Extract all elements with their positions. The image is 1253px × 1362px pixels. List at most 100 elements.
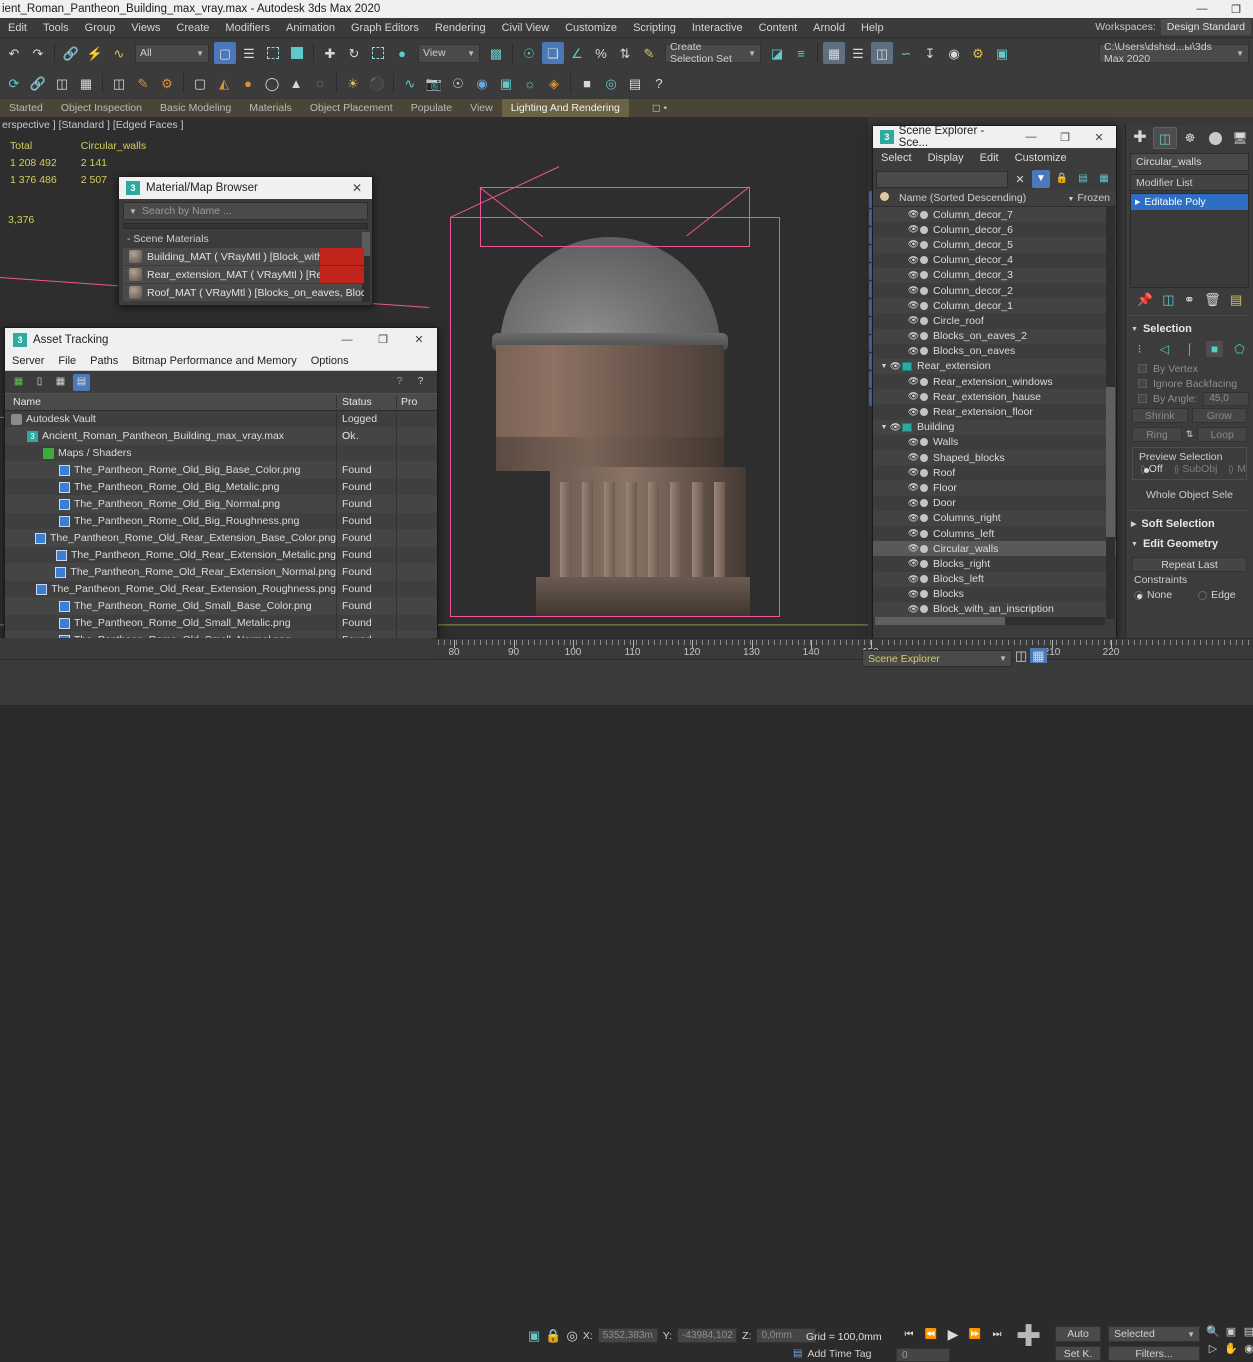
menu-item-arnold[interactable]: Arnold xyxy=(805,18,853,38)
scene-explorer-node[interactable]: 👁 Columns_left xyxy=(873,525,1116,542)
column-header-status[interactable]: Status xyxy=(337,396,397,408)
scene-explorer-node[interactable]: 👁 Column_decor_6 xyxy=(873,222,1116,238)
use-pivot-point-center-icon[interactable]: ▩ xyxy=(485,42,507,64)
selection-rollout-header[interactable]: ▼ Selection xyxy=(1126,321,1253,337)
visibility-eye-icon[interactable]: 👁 xyxy=(907,513,920,524)
selection-filter-dropdown[interactable]: All ▼ xyxy=(135,43,209,63)
ribbon-tab-started[interactable]: Started xyxy=(0,99,52,117)
visibility-eye-icon[interactable]: 👁 xyxy=(889,422,902,433)
scene-explorer-node[interactable]: 👁 Columns_right xyxy=(873,510,1116,526)
vray-light-icon[interactable]: ▣ xyxy=(495,72,517,94)
visibility-eye-icon[interactable]: 👁 xyxy=(907,589,920,600)
shrink-button[interactable]: Shrink xyxy=(1132,408,1188,423)
scene-explorer-search-input[interactable] xyxy=(876,170,1008,188)
table-view-icon[interactable]: ▤ xyxy=(73,373,90,391)
ribbon-tab-populate[interactable]: Populate xyxy=(402,99,461,117)
menu-item-content[interactable]: Content xyxy=(751,18,806,38)
render-frame-window-icon[interactable]: ▣ xyxy=(991,42,1013,64)
selection-lock-toggle-icon[interactable]: ▣ xyxy=(528,1329,540,1342)
orbit-icon[interactable]: ◉ xyxy=(1241,1341,1253,1356)
workspaces-value[interactable]: Design Standard xyxy=(1160,19,1251,35)
cone-primitive-icon[interactable]: ▲ xyxy=(285,72,307,94)
scene-explorer-node[interactable]: 👁 Column_decor_1 xyxy=(873,298,1116,314)
visibility-eye-icon[interactable]: 👁 xyxy=(907,604,920,615)
vray-render-icon[interactable]: ◎ xyxy=(600,72,622,94)
table-row[interactable]: The_Pantheon_Rome_Old_Small_Metalic.png F… xyxy=(5,614,437,632)
layers-icon[interactable]: ◫ xyxy=(1015,649,1027,662)
ribbon-tab-object-inspection[interactable]: Object Inspection xyxy=(52,99,151,117)
snaps-toggle-icon[interactable]: ❏ xyxy=(542,42,564,64)
omni-light-icon[interactable]: ☀ xyxy=(342,72,364,94)
scene-explorer-node[interactable]: 👁 Circular_walls xyxy=(873,541,1116,557)
scene-explorer-node[interactable]: 👁 Blocks_on_eaves xyxy=(873,343,1116,359)
ribbon-tab-lighting-and-rendering[interactable]: Lighting And Rendering xyxy=(501,99,629,117)
tube-primitive-icon[interactable]: ◯ xyxy=(261,72,283,94)
chevron-down-icon[interactable]: ▼ xyxy=(124,207,142,216)
table-row[interactable]: Autodesk Vault Logged O... xyxy=(5,411,437,442)
configure-sets-icon[interactable]: ▤ xyxy=(1230,293,1242,306)
radio-none-icon[interactable] xyxy=(1134,590,1143,600)
table-row[interactable]: The_Pantheon_Rome_Old_Big_Metalic.png Fou… xyxy=(5,478,437,496)
select-and-scale-icon[interactable] xyxy=(367,42,389,64)
menu-item-edit[interactable]: Edit xyxy=(0,18,35,38)
visibility-eye-icon[interactable]: 👁 xyxy=(907,543,920,554)
menu-item-civil-view[interactable]: Civil View xyxy=(494,18,557,38)
loop-button[interactable]: Loop xyxy=(1197,427,1248,442)
menu-item-interactive[interactable]: Interactive xyxy=(684,18,751,38)
box-primitive-icon[interactable]: ▢ xyxy=(189,72,211,94)
scene-explorer-node[interactable]: 👁 Rear_extension_windows xyxy=(873,374,1116,390)
y-field[interactable]: -43984,102 xyxy=(677,1328,738,1343)
create-tab-icon[interactable]: ✚ xyxy=(1128,127,1152,149)
zoom-extents-icon[interactable]: ▤ xyxy=(1241,1324,1253,1339)
column-header-frozen[interactable]: ▼ Frozen xyxy=(1067,192,1116,204)
layer-explorer-icon[interactable]: ☰ xyxy=(847,42,869,64)
scene-explorer-vertical-scrollbar[interactable] xyxy=(1106,207,1115,619)
menu-item-bitmap-performance[interactable]: Bitmap Performance and Memory xyxy=(125,351,303,371)
visibility-eye-icon[interactable]: 👁 xyxy=(907,558,920,569)
timeline-ruler[interactable]: 8090100110120130140150210220 xyxy=(432,638,1253,659)
scene-explorer-node[interactable]: 👁 Shaped_blocks xyxy=(873,450,1116,466)
ribbon-tab-basic-modeling[interactable]: Basic Modeling xyxy=(151,99,240,117)
set-key-button[interactable]: Set K. xyxy=(1055,1346,1101,1361)
visibility-eye-icon[interactable]: 👁 xyxy=(907,224,920,235)
ribbon-toggle-icon[interactable]: ◫ xyxy=(871,42,893,64)
spline-icon[interactable]: ∿ xyxy=(399,72,421,94)
quick-align-icon[interactable]: ⚙ xyxy=(156,72,178,94)
scene-explorer-node[interactable]: 👁 Blocks_left xyxy=(873,571,1116,587)
menu-item-server[interactable]: Server xyxy=(5,351,51,371)
soft-selection-rollout-header[interactable]: ▶ Soft Selection xyxy=(1126,516,1253,532)
close-icon[interactable]: ✕ xyxy=(1082,126,1116,148)
lock-icon[interactable]: 🔒 xyxy=(1053,170,1071,188)
visibility-eye-icon[interactable]: 👁 xyxy=(907,209,920,220)
render-setup-icon[interactable]: ⚙ xyxy=(967,42,989,64)
menu-item-options[interactable]: Options xyxy=(304,351,356,371)
border-subobject-icon[interactable]: ⎰ xyxy=(1181,341,1198,357)
edit-geometry-rollout-header[interactable]: ▼ Edit Geometry xyxy=(1126,536,1253,552)
column-header-name[interactable]: Name (Sorted Descending) xyxy=(895,192,1067,204)
checkbox-icon[interactable] xyxy=(1138,379,1147,388)
vray-sun-icon[interactable]: ☼ xyxy=(519,72,541,94)
menu-item-tools[interactable]: Tools xyxy=(35,18,77,38)
menu-item-views[interactable]: Views xyxy=(123,18,168,38)
container-icon[interactable]: ◫ xyxy=(108,72,130,94)
select-and-move-icon[interactable]: ✚ xyxy=(319,42,341,64)
paint-icon[interactable]: ✎ xyxy=(132,72,154,94)
edit-named-selection-sets-icon[interactable]: ✎ xyxy=(638,42,660,64)
align-icon[interactable]: ≡ xyxy=(790,42,812,64)
scene-explorer-node[interactable]: 👁 Blocks_right xyxy=(873,556,1116,572)
visibility-eye-icon[interactable]: 👁 xyxy=(907,285,920,296)
table-row[interactable]: Maps / Shaders xyxy=(5,444,437,462)
restore-icon[interactable]: ❐ xyxy=(365,328,401,351)
scene-explorer-node[interactable]: 👁 Column_decor_3 xyxy=(873,267,1116,283)
scene-explorer-node[interactable]: 👁 Roof xyxy=(873,465,1116,481)
display-tab-icon[interactable]: 🖥 xyxy=(1228,127,1252,149)
visibility-column-icon[interactable] xyxy=(873,192,895,204)
scene-explorer-node-list[interactable]: 👁 Column_decor_7 👁 Column_decor_6 👁 Column_de… xyxy=(873,207,1116,619)
table-row[interactable]: The_Pantheon_Rome_Old_Big_Base_Color.png… xyxy=(5,461,437,479)
material-search-input[interactable]: ▼ Search by Name ... xyxy=(123,202,368,220)
zoom-icon[interactable]: 🔍 xyxy=(1205,1324,1221,1339)
ribbon-tab-materials[interactable]: Materials xyxy=(240,99,301,117)
visibility-eye-icon[interactable]: 👁 xyxy=(907,255,920,266)
minimize-icon[interactable]: — xyxy=(1185,0,1219,18)
modifier-stack[interactable]: ▶ Editable Poly xyxy=(1130,193,1249,288)
